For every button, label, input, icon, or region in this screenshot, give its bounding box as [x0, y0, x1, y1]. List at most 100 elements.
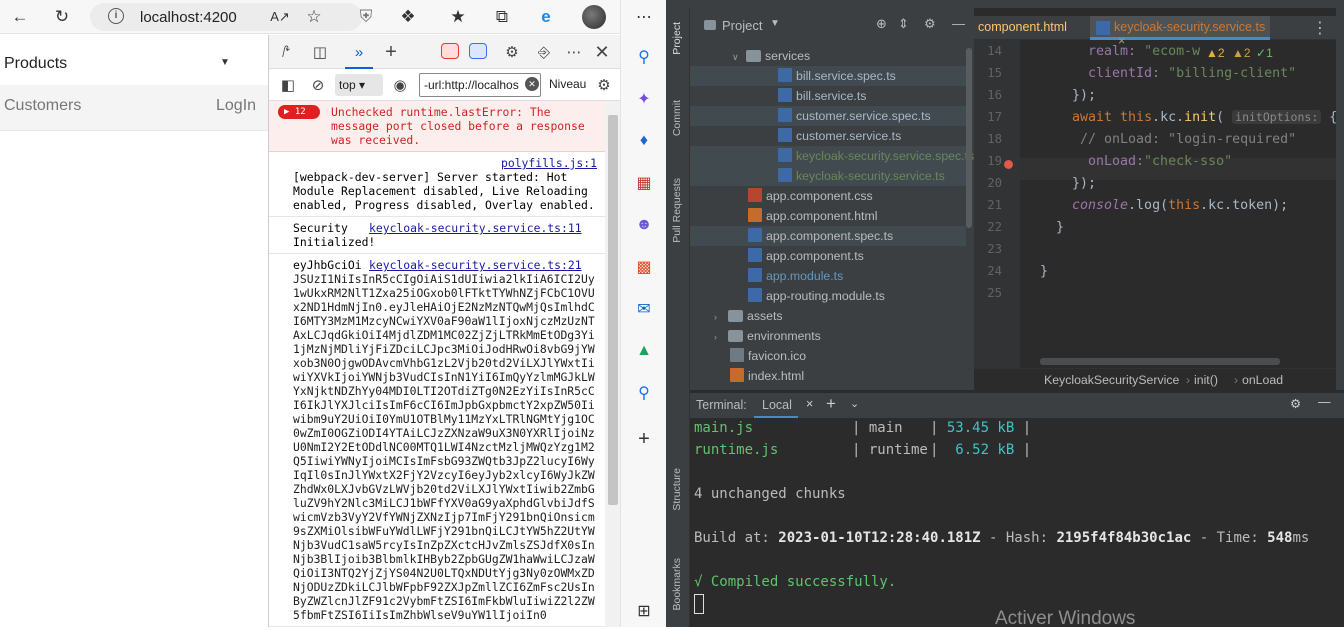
- office-icon[interactable]: ▩: [633, 256, 655, 278]
- error-count-pill[interactable]: ▶ 12: [278, 105, 320, 119]
- more-icon[interactable]: ⋯: [633, 6, 655, 28]
- minimize-icon[interactable]: —: [952, 16, 965, 31]
- refresh-icon[interactable]: ↻: [50, 5, 74, 29]
- tree-item[interactable]: app.component.ts: [690, 246, 966, 266]
- products-dropdown[interactable]: Products: [4, 55, 67, 73]
- login-link[interactable]: LogIn: [216, 97, 256, 115]
- favorites-icon[interactable]: ★: [446, 5, 470, 29]
- project-title[interactable]: Project: [722, 18, 762, 33]
- settings-icon[interactable]: ⚙: [501, 41, 523, 63]
- minimize-icon[interactable]: —: [1318, 395, 1331, 409]
- tree-item[interactable]: bill.service.spec.ts: [690, 66, 966, 86]
- sparkle-icon[interactable]: ✦: [633, 88, 655, 110]
- live-expression-icon[interactable]: ◉: [389, 74, 411, 96]
- split-icon[interactable]: ⊞: [633, 600, 655, 622]
- editor-hscroll[interactable]: [1040, 358, 1280, 365]
- chevron-down-icon[interactable]: ▼: [770, 18, 780, 29]
- side-tab-bookmarks[interactable]: Bookmarks: [671, 558, 683, 611]
- collections-icon[interactable]: ⧉: [490, 5, 514, 29]
- tree-item[interactable]: app.component.css: [690, 186, 966, 206]
- side-tab-structure[interactable]: Structure: [671, 468, 683, 511]
- tree-icon[interactable]: ▲: [633, 340, 655, 362]
- sidebar-toggle-icon[interactable]: ◧: [277, 74, 299, 96]
- side-tab-commit[interactable]: Commit: [671, 100, 683, 136]
- tab-keycloak-service[interactable]: keycloak-security.service.ts ×: [1090, 16, 1270, 48]
- scroll-thumb[interactable]: [608, 115, 618, 505]
- source-link[interactable]: keycloak-security.service.ts:11: [369, 221, 582, 235]
- extensions-icon[interactable]: ❖: [396, 5, 420, 29]
- context-select[interactable]: top ▾: [335, 74, 383, 96]
- caret-down-icon[interactable]: ▼: [220, 57, 230, 68]
- close-icon[interactable]: ✕: [591, 41, 613, 63]
- chevron-down-icon[interactable]: ∨: [732, 47, 746, 67]
- issues-badge[interactable]: [469, 43, 487, 59]
- ok-count[interactable]: ✓1: [1256, 46, 1273, 60]
- tree-item[interactable]: app.module.ts: [690, 266, 966, 286]
- device-toggle-icon[interactable]: ◫: [309, 41, 331, 63]
- edge-icon[interactable]: e: [534, 5, 558, 29]
- breadcrumb-item[interactable]: init(): [1194, 373, 1218, 387]
- back-icon[interactable]: ←: [8, 5, 32, 29]
- address-text[interactable]: localhost:4200: [140, 9, 237, 26]
- locate-icon[interactable]: ⊕: [876, 16, 887, 32]
- level-select[interactable]: Niveau: [549, 77, 586, 91]
- avatar[interactable]: [582, 5, 606, 29]
- tag-icon[interactable]: ♦: [633, 130, 655, 152]
- settings-icon[interactable]: ⚙: [1290, 396, 1301, 411]
- side-tab-project[interactable]: Project: [671, 22, 683, 55]
- add-terminal-icon[interactable]: +: [826, 394, 836, 414]
- more-tabs-icon[interactable]: ⋮: [1312, 18, 1328, 38]
- tree-item[interactable]: keycloak-security.service.ts: [690, 166, 966, 186]
- breakpoint-icon[interactable]: [1004, 160, 1013, 169]
- toolbox-icon[interactable]: ▦: [633, 172, 655, 194]
- add-tab-icon[interactable]: +: [380, 41, 402, 63]
- chevron-right-icon[interactable]: ›: [714, 307, 728, 327]
- inspect-icon[interactable]: ⭚: [275, 41, 297, 63]
- collapse-icon[interactable]: ⇕: [898, 16, 909, 32]
- read-aloud-icon[interactable]: A↗: [268, 5, 292, 29]
- shield-icon[interactable]: ⛨: [354, 5, 378, 29]
- tree-item[interactable]: keycloak-security.service.spec.ts: [690, 146, 974, 166]
- chevron-down-icon[interactable]: ⌄: [850, 397, 859, 410]
- terminal-tab-local[interactable]: Local: [754, 393, 798, 419]
- chevron-right-icon[interactable]: ›: [714, 327, 728, 347]
- clear-filter-icon[interactable]: ✕: [525, 77, 539, 91]
- typo-count[interactable]: ▲2: [1232, 46, 1251, 60]
- tree-item[interactable]: customer.service.spec.ts: [690, 106, 966, 126]
- info-icon[interactable]: i: [108, 8, 124, 24]
- tree-item[interactable]: bill.service.ts: [690, 86, 966, 106]
- tree-item[interactable]: › assets: [690, 306, 966, 326]
- console-scrollbar[interactable]: [605, 101, 621, 627]
- zoom-icon[interactable]: ⚲: [633, 382, 655, 404]
- console-filter-input[interactable]: -url:http://localhos ✕: [419, 73, 541, 97]
- customize-icon[interactable]: ⎆: [533, 41, 555, 63]
- source-link[interactable]: polyfills.js:1: [500, 156, 597, 170]
- tree-item[interactable]: app.component.html: [690, 206, 966, 226]
- source-link[interactable]: keycloak-security.service.ts:21: [369, 258, 582, 272]
- customers-link[interactable]: Customers: [4, 97, 81, 115]
- tree-item[interactable]: favicon.ico: [690, 346, 966, 366]
- tree-item[interactable]: customer.service.ts: [690, 126, 966, 146]
- close-tab-icon[interactable]: ×: [806, 397, 813, 411]
- tree-item[interactable]: index.html: [690, 366, 966, 386]
- tree-item[interactable]: app-routing.module.ts: [690, 286, 966, 306]
- tree-item[interactable]: ∨ services: [690, 46, 966, 66]
- people-icon[interactable]: ☻: [633, 214, 655, 236]
- warning-count[interactable]: ▲2: [1206, 46, 1225, 60]
- side-tab-pull-requests[interactable]: Pull Requests: [671, 178, 683, 243]
- search-icon[interactable]: ⚲: [633, 46, 655, 68]
- outlook-icon[interactable]: ✉: [633, 298, 655, 320]
- more-options-icon[interactable]: ⋯: [563, 41, 585, 63]
- console-settings-icon[interactable]: ⚙: [593, 74, 615, 96]
- project-scrollbar[interactable]: [966, 48, 972, 228]
- gear-icon[interactable]: ⚙: [924, 16, 936, 32]
- terminal-output[interactable]: main.js | main | 53.45 kB | runtime.js |…: [690, 418, 1344, 629]
- tab-component-html[interactable]: component.html: [978, 20, 1067, 34]
- error-count-badge[interactable]: [441, 43, 459, 59]
- tree-item[interactable]: › environments: [690, 326, 966, 346]
- add-icon[interactable]: +: [633, 428, 655, 450]
- tree-item[interactable]: app.component.spec.ts: [690, 226, 966, 246]
- breadcrumb-item[interactable]: KeycloakSecurityService: [1044, 373, 1179, 387]
- clear-console-icon[interactable]: ⊘: [307, 74, 329, 96]
- favorite-add-icon[interactable]: ☆: [302, 5, 326, 29]
